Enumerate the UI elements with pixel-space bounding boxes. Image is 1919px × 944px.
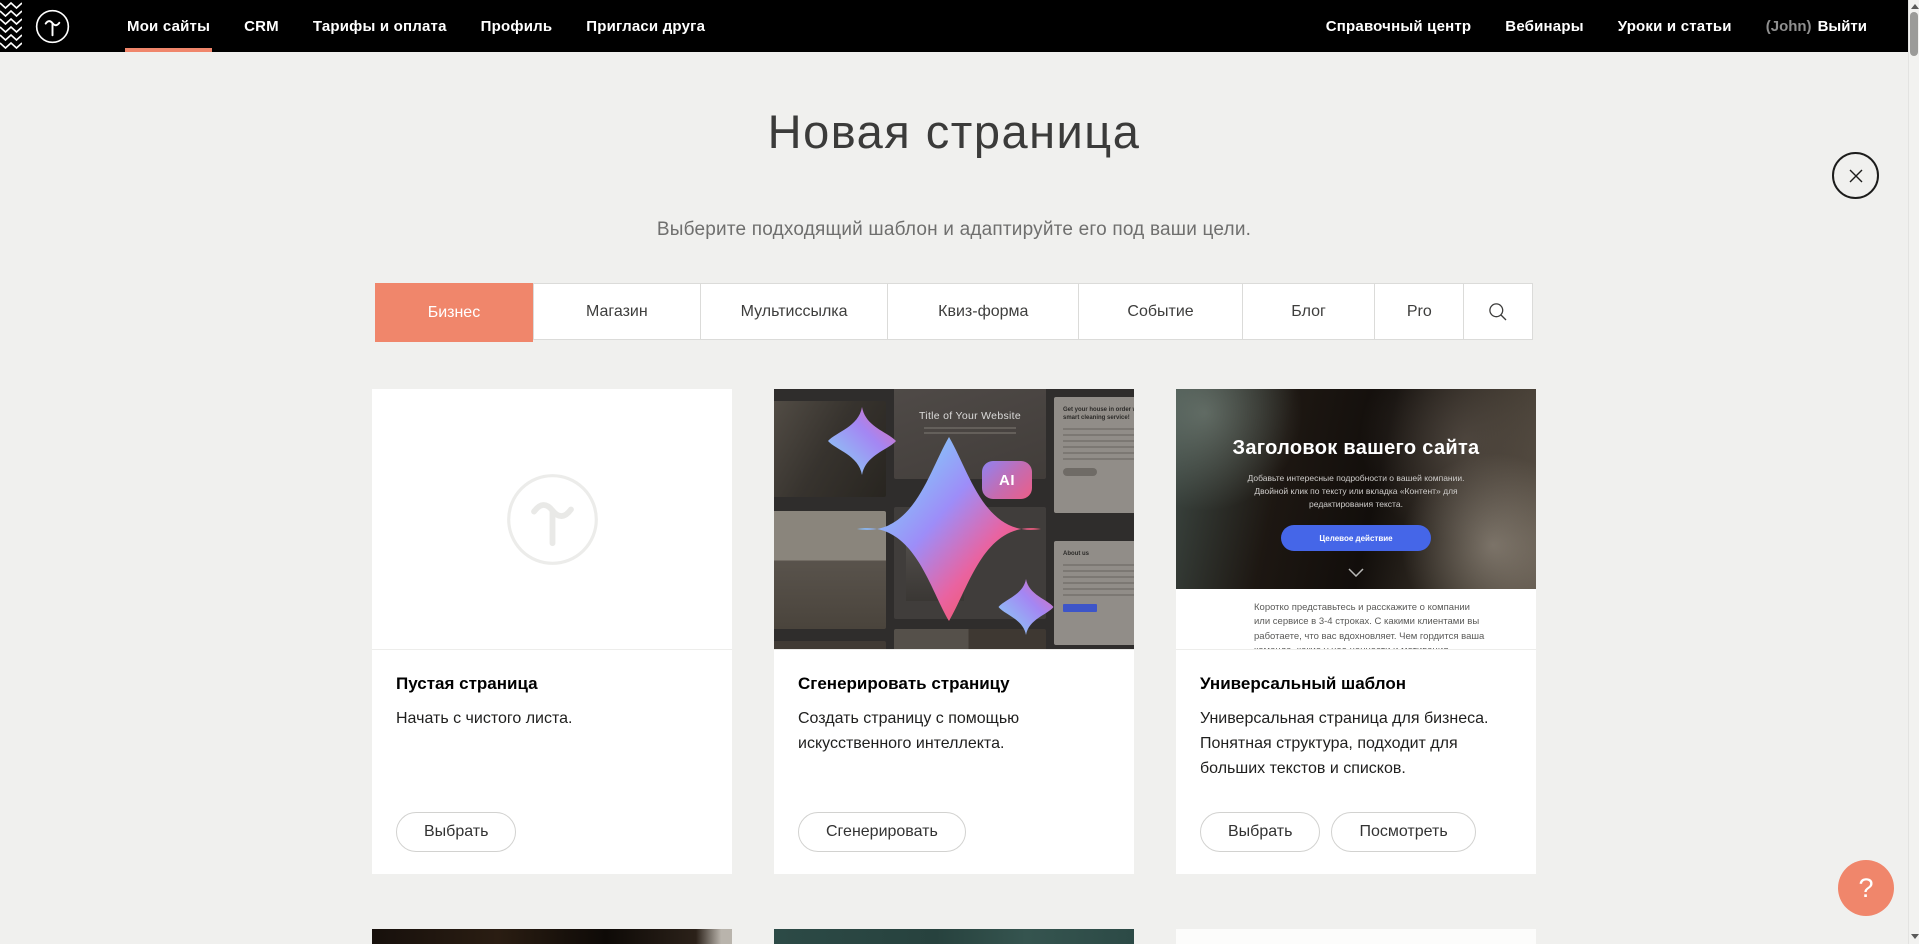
tab-business[interactable]: Бизнес <box>375 283 533 342</box>
nav-crm[interactable]: CRM <box>227 0 296 52</box>
select-button[interactable]: Выбрать <box>396 812 516 852</box>
tilda-logo-watermark-icon <box>505 472 600 567</box>
scrollbar-thumb[interactable] <box>1910 12 1918 56</box>
triangle-up-icon <box>1911 4 1919 9</box>
nav-my-sites[interactable]: Мои сайты <box>110 0 227 52</box>
template-hero-subtitle: Добавьте интересные подробности о вашей … <box>1231 472 1481 510</box>
card-description: Начать с чистого листа. <box>396 707 708 732</box>
close-button[interactable] <box>1832 152 1879 199</box>
next-templates-row <box>372 929 1536 944</box>
tab-multilink[interactable]: Мультиссылка <box>700 284 888 339</box>
nav-webinars[interactable]: Вебинары <box>1488 0 1600 52</box>
template-category-tabs: Бизнес Магазин Мультиссылка Квиз-форма С… <box>375 283 1533 340</box>
main-nav: Мои сайты CRM Тарифы и оплата Профиль Пр… <box>110 0 722 52</box>
vertical-scrollbar[interactable] <box>1908 0 1919 944</box>
ai-sparkle-icon <box>774 389 1134 649</box>
page-subtitle: Выберите подходящий шаблон и адаптируйте… <box>0 219 1908 241</box>
nav-invite-friend[interactable]: Пригласи друга <box>569 0 722 52</box>
tilda-logo-icon[interactable] <box>35 9 70 44</box>
card-description: Создать страницу с помощью искусственног… <box>798 707 1110 757</box>
template-cta-button: Целевое действие <box>1281 525 1431 551</box>
tab-store[interactable]: Магазин <box>533 284 700 339</box>
nav-profile[interactable]: Профиль <box>464 0 570 52</box>
card-body: Универсальный шаблон Универсальная стран… <box>1176 649 1536 874</box>
nav-tariffs-payment[interactable]: Тарифы и оплата <box>296 0 464 52</box>
zigzag-icon <box>0 0 22 52</box>
card-description: Универсальная страница для бизнеса. Поня… <box>1200 707 1512 781</box>
help-button[interactable]: ? <box>1838 860 1894 916</box>
template-cards-row: Пустая страница Начать с чистого листа. … <box>372 389 1536 874</box>
nav-help-center[interactable]: Справочный центр <box>1309 0 1489 52</box>
card-universal-template: Заголовок вашего сайта Добавьте интересн… <box>1176 389 1536 874</box>
template-card-partial[interactable] <box>774 929 1134 944</box>
scroll-up-arrow[interactable] <box>1909 0 1919 12</box>
view-button[interactable]: Посмотреть <box>1331 812 1475 852</box>
top-navbar: Мои сайты CRM Тарифы и оплата Профиль Пр… <box>0 0 1908 52</box>
select-button[interactable]: Выбрать <box>1200 812 1320 852</box>
tab-event[interactable]: Событие <box>1078 284 1242 339</box>
template-body-text: Коротко представьтесь и расскажите о ком… <box>1254 601 1486 649</box>
new-page-dialog: Новая страница Выберите подходящий шабло… <box>0 108 1908 944</box>
ai-generate-preview[interactable]: Title of Your Website Get your house in … <box>774 389 1134 649</box>
generate-button[interactable]: Сгенерировать <box>798 812 966 852</box>
card-title: Сгенерировать страницу <box>798 674 1110 694</box>
card-blank-page: Пустая страница Начать с чистого листа. … <box>372 389 732 874</box>
card-title: Универсальный шаблон <box>1200 674 1512 694</box>
blank-page-preview[interactable] <box>372 389 732 649</box>
logout-link[interactable]: Выйти <box>1818 18 1867 35</box>
card-actions: Выбрать <box>396 812 516 852</box>
tilda-logo-glyph <box>35 9 70 44</box>
chevron-down-icon <box>1348 568 1364 577</box>
template-hero: Заголовок вашего сайта Добавьте интересн… <box>1176 389 1536 589</box>
tab-pro[interactable]: Pro <box>1374 284 1463 339</box>
card-body: Пустая страница Начать с чистого листа. … <box>372 649 732 874</box>
user-name: (John) <box>1766 18 1812 35</box>
card-actions: Сгенерировать <box>798 812 966 852</box>
card-actions: Выбрать Посмотреть <box>1200 812 1476 852</box>
zigzag-pattern <box>0 0 22 52</box>
close-icon <box>1846 166 1866 186</box>
tab-quiz-form[interactable]: Квиз-форма <box>887 284 1078 339</box>
triangle-down-icon <box>1911 934 1919 939</box>
user-box: (John) Выйти <box>1749 0 1867 52</box>
template-card-partial[interactable] <box>372 929 732 944</box>
nav-lessons-articles[interactable]: Уроки и статьи <box>1601 0 1749 52</box>
secondary-nav: Справочный центр Вебинары Уроки и статьи… <box>1309 0 1867 52</box>
scroll-down-arrow[interactable] <box>1909 930 1919 942</box>
template-card-partial[interactable] <box>1176 929 1536 944</box>
ai-badge: AI <box>982 461 1032 499</box>
tab-search[interactable] <box>1463 284 1532 339</box>
card-title: Пустая страница <box>396 674 708 694</box>
tab-blog[interactable]: Блог <box>1242 284 1374 339</box>
search-icon <box>1488 302 1508 322</box>
universal-template-preview[interactable]: Заголовок вашего сайта Добавьте интересн… <box>1176 389 1536 649</box>
template-hero-title: Заголовок вашего сайта <box>1232 437 1479 460</box>
card-body: Сгенерировать страницу Создать страницу … <box>774 649 1134 874</box>
card-ai-generate: Title of Your Website Get your house in … <box>774 389 1134 874</box>
template-body: Коротко представьтесь и расскажите о ком… <box>1176 589 1536 649</box>
page-title: Новая страница <box>0 108 1908 155</box>
